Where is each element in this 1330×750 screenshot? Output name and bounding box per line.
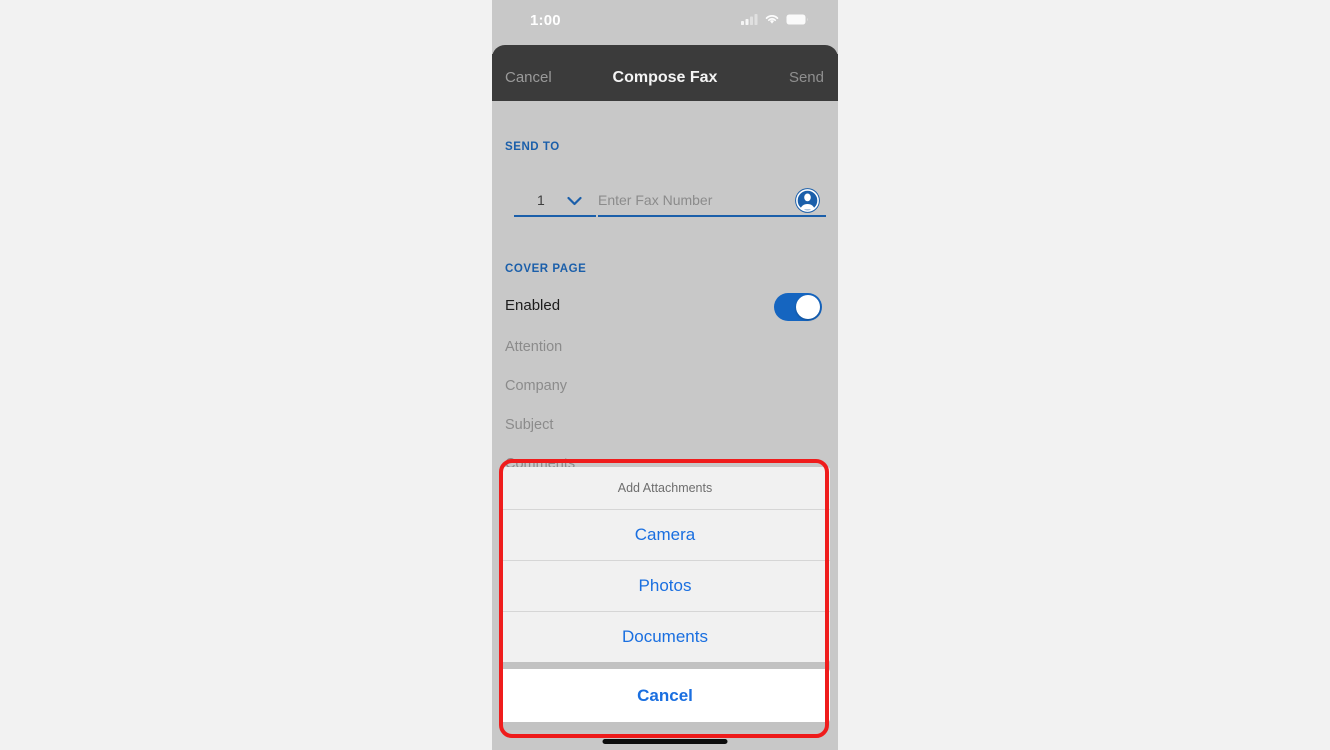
section-header-cover-page: COVER PAGE	[505, 263, 587, 275]
battery-icon	[786, 14, 808, 24]
cover-page-enabled-label: Enabled	[505, 297, 561, 314]
action-sheet-option-photos[interactable]: Photos	[500, 560, 830, 611]
action-sheet-bottom-spacer	[500, 722, 830, 730]
fax-number-placeholder: Enter Fax Number	[598, 192, 713, 208]
status-bar-icons	[741, 13, 808, 25]
action-sheet-title: Add Attachments	[500, 467, 830, 509]
recipient-count-select[interactable]: 1	[504, 187, 596, 217]
navigation-bar-content: Cancel Compose Fax Send	[492, 54, 838, 101]
screenshot-canvas: 1:00 Cancel Compose Fax Send SEND TO 1 E…	[0, 0, 1330, 750]
recipient-count-value: 1	[537, 192, 545, 208]
cellular-signal-icon	[741, 14, 758, 25]
cover-page-enabled-toggle[interactable]	[774, 293, 822, 321]
home-indicator	[602, 739, 728, 744]
add-attachments-action-sheet: Add Attachments Camera Photos Documents …	[500, 467, 830, 730]
action-sheet-cancel-button[interactable]: Cancel	[500, 669, 830, 722]
status-bar: 1:00	[492, 0, 838, 46]
contact-avatar-icon[interactable]	[794, 187, 821, 214]
status-bar-time: 1:00	[530, 12, 561, 29]
section-header-send-to: SEND TO	[505, 141, 560, 153]
action-sheet-option-documents[interactable]: Documents	[500, 611, 830, 662]
wifi-icon	[765, 14, 779, 24]
action-sheet-options-group: Add Attachments Camera Photos Documents	[500, 467, 830, 662]
nav-send-button[interactable]: Send	[789, 69, 824, 86]
action-sheet-divider	[500, 662, 830, 669]
recipient-count-underline	[514, 215, 596, 217]
navigation-bar: Cancel Compose Fax Send	[492, 45, 838, 101]
subject-field[interactable]: Subject	[505, 417, 553, 433]
page-title: Compose Fax	[612, 68, 718, 86]
company-field[interactable]: Company	[505, 378, 567, 394]
fax-number-underline	[598, 215, 826, 217]
chevron-down-icon	[567, 196, 582, 206]
attention-field[interactable]: Attention	[505, 339, 562, 355]
phone-screen: 1:00 Cancel Compose Fax Send SEND TO 1 E…	[492, 0, 838, 750]
action-sheet-option-camera[interactable]: Camera	[500, 509, 830, 560]
fax-number-input[interactable]: Enter Fax Number	[598, 187, 826, 219]
toggle-knob	[796, 295, 820, 319]
compose-fax-form: SEND TO 1 Enter Fax Number COVER PAGE En…	[492, 101, 838, 750]
